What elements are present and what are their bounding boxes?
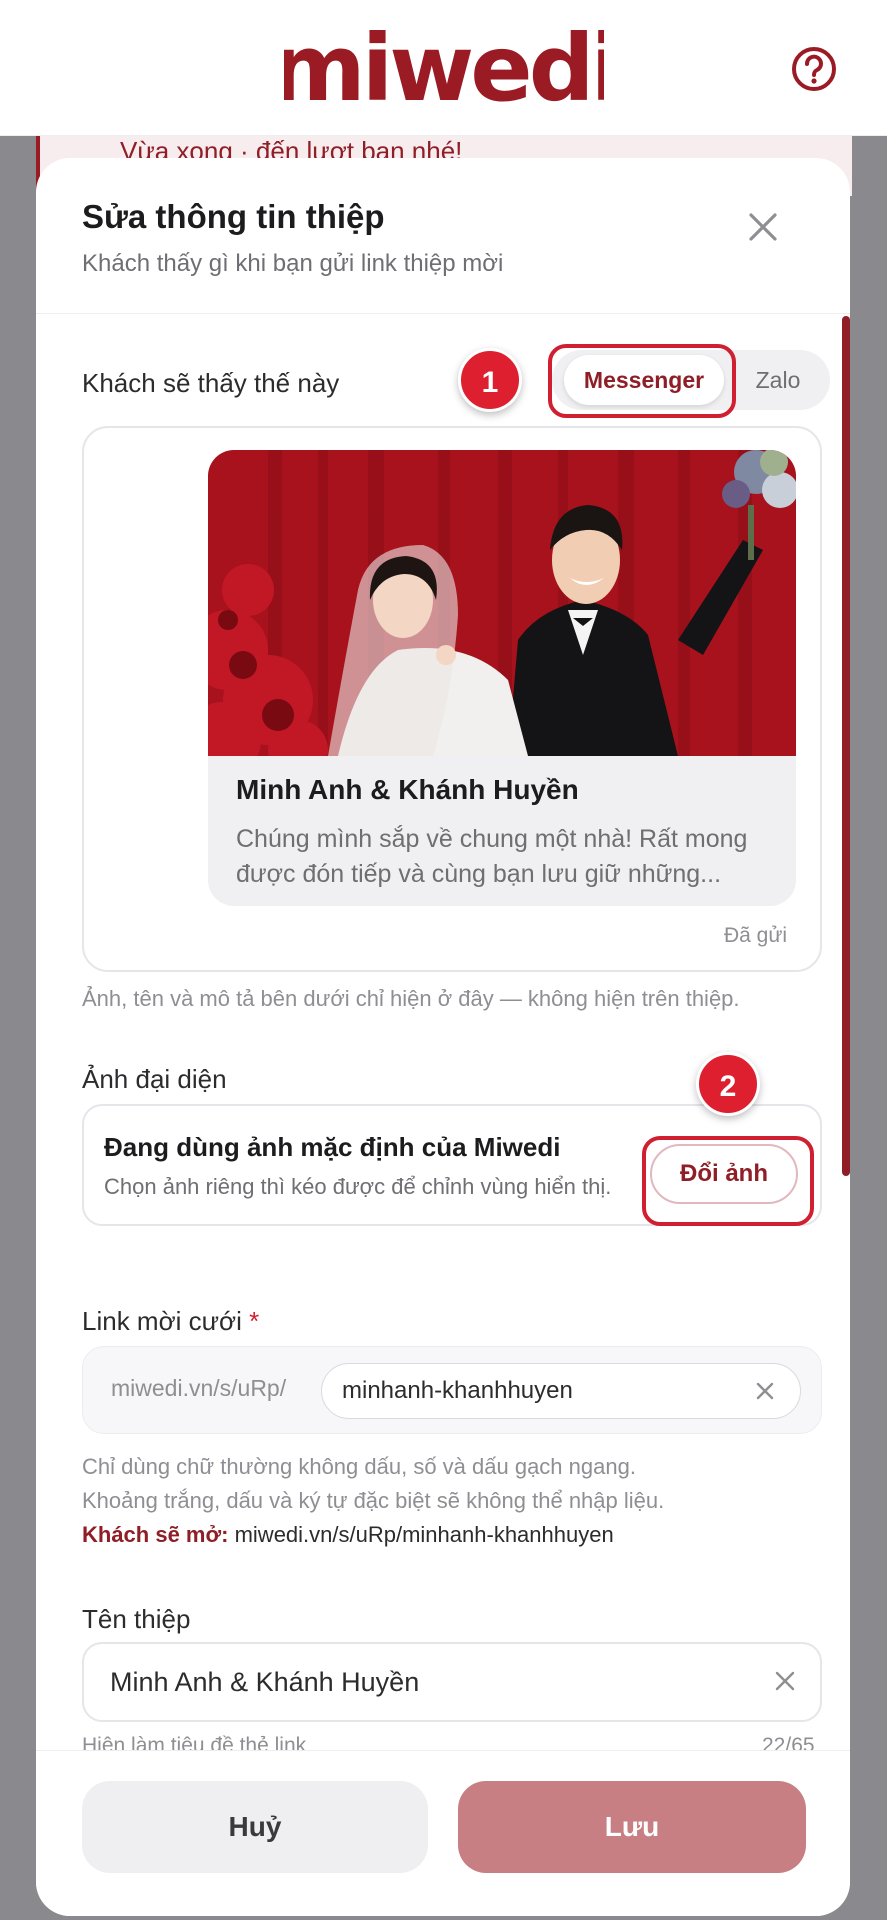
link-result-label: Khách sẽ mở: (82, 1522, 229, 1547)
link-card-description: Chúng mình sắp về chung một nhà! Rất mon… (236, 825, 748, 888)
callout-highlight-change-photo (642, 1136, 814, 1226)
invite-link-field: miwedi.vn/s/uRp/ (82, 1346, 822, 1434)
modal-header: Sửa thông tin thiệp Khách thấy gì khi bạ… (36, 158, 850, 314)
avatar-status-title: Đang dùng ảnh mặc định của Miwedi (104, 1132, 561, 1162)
link-result-url: miwedi.vn/s/uRp/minhanh-khanhhuyen (234, 1522, 614, 1547)
link-hint: Chỉ dùng chữ thường không dấu, số và dấu… (82, 1450, 822, 1518)
avatar-status-desc: Chọn ảnh riêng thì kéo được để chỉnh vùn… (104, 1174, 612, 1199)
app-header: miwedi (0, 0, 887, 136)
wedding-photo (208, 450, 796, 756)
link-hint-line-1: Chỉ dùng chữ thường không dấu, số và dấu… (82, 1454, 636, 1479)
close-icon[interactable] (742, 206, 784, 248)
edit-card-modal: Sửa thông tin thiệp Khách thấy gì khi bạ… (36, 158, 850, 1916)
message-status: Đã gửi (724, 924, 788, 947)
cancel-button[interactable]: Huỷ (82, 1781, 428, 1873)
modal-footer: Huỷ Lưu (36, 1750, 850, 1916)
clear-slug-icon[interactable] (751, 1377, 779, 1405)
required-mark: * (249, 1306, 260, 1336)
link-result: Khách sẽ mở: miwedi.vn/s/uRp/minhanh-kha… (82, 1522, 614, 1548)
preview-label: Khách sẽ thấy thế này (82, 368, 340, 398)
preview-note: Ảnh, tên và mô tả bên dưới chỉ hiện ở đâ… (82, 986, 740, 1011)
link-preview-box: Minh Anh & Khánh Huyền Chúng mình sắp về… (82, 426, 822, 972)
clear-name-icon[interactable] (770, 1666, 800, 1696)
invite-link-label: Link mời cưới * (82, 1306, 259, 1337)
save-button[interactable]: Lưu (458, 1781, 806, 1873)
avatar-section-label: Ảnh đại diện (82, 1064, 227, 1094)
callout-highlight-messenger (548, 344, 736, 418)
tab-zalo[interactable]: Zalo (736, 355, 820, 405)
invite-link-label-text: Link mời cưới (82, 1306, 242, 1336)
modal-title: Sửa thông tin thiệp (82, 198, 385, 235)
svg-text:miwedi: miwedi (284, 18, 604, 118)
modal-scrollbar[interactable] (842, 316, 850, 1176)
callout-badge-2: 2 (696, 1052, 760, 1116)
card-name-label: Tên thiệp (82, 1604, 191, 1634)
link-card-title: Minh Anh & Khánh Huyền (236, 774, 579, 805)
card-name-input[interactable] (82, 1642, 822, 1722)
link-prefix: miwedi.vn/s/uRp/ (111, 1375, 287, 1401)
link-preview-card: Minh Anh & Khánh Huyền Chúng mình sắp về… (208, 450, 796, 906)
link-hint-line-2: Khoảng trắng, dấu và ký tự đặc biệt sẽ k… (82, 1488, 665, 1513)
miwedi-logo[interactable]: miwedi (284, 18, 604, 118)
help-circle-icon[interactable] (790, 45, 838, 93)
callout-badge-1: 1 (458, 348, 522, 412)
modal-subtitle: Khách thấy gì khi bạn gửi link thiệp mời (82, 250, 504, 277)
link-slug-input[interactable] (321, 1363, 801, 1419)
